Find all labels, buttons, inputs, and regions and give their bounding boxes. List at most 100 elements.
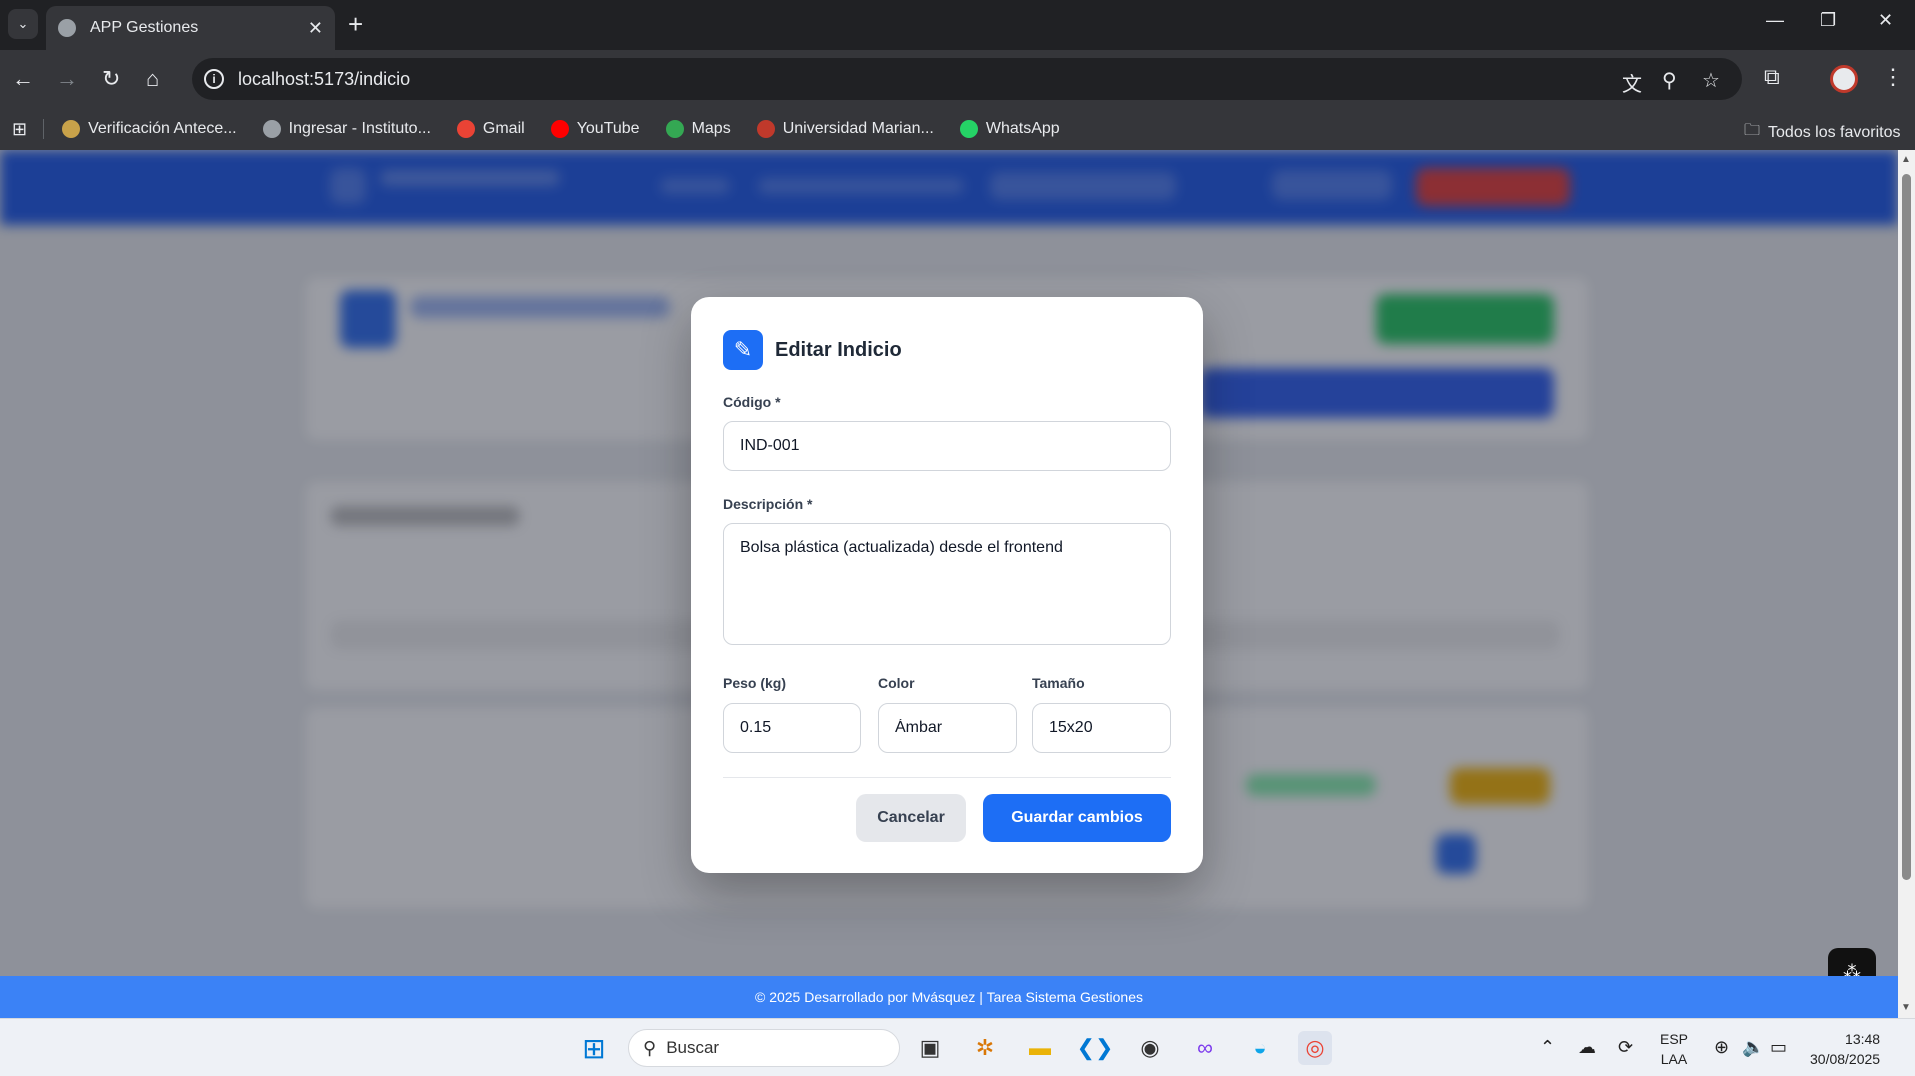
site-info-icon[interactable]: i: [204, 69, 224, 89]
bookmark-label: WhatsApp: [985, 120, 1060, 137]
new-tab-button[interactable]: +: [348, 10, 363, 38]
menu-icon[interactable]: ⋮: [1882, 64, 1904, 90]
search-icon: ⚲: [643, 1037, 657, 1058]
battery-icon[interactable]: ▭: [1770, 1037, 1787, 1058]
minimize-icon[interactable]: —: [1766, 10, 1784, 31]
bookmark-favicon-icon: [959, 120, 978, 138]
task-view-icon[interactable]: ▣: [913, 1031, 947, 1065]
os-taskbar: ⊞ ⚲ Buscar ▣ ✲ ▬ ❮❯ ◉ ∞ ◒ ◎ ⌃ ☁ ⟳ ESP LA…: [0, 1018, 1915, 1076]
tamano-label: Tamaño: [1032, 675, 1085, 691]
peso-label: Peso (kg): [723, 675, 787, 691]
page-scrollbar[interactable]: ▲ ▼: [1898, 150, 1915, 1018]
home-icon[interactable]: ⌂: [146, 64, 159, 94]
bookmark-star-icon[interactable]: ☆: [1702, 68, 1720, 93]
lang-bottom: LAA: [1660, 1051, 1688, 1067]
bookmark-favicon-icon: [262, 120, 281, 138]
edit-modal: ✎ Editar Indicio Código * Descripción * …: [691, 297, 1203, 873]
forward-icon[interactable]: →: [56, 64, 78, 94]
bookmark-label: Verificación Antece...: [88, 120, 237, 137]
bookmark-label: Universidad Marian...: [782, 120, 934, 137]
bookmark-label: Maps: [691, 120, 731, 137]
tab-search-button[interactable]: ⌄: [8, 9, 38, 39]
apps-grid-icon[interactable]: ⊞: [12, 119, 27, 140]
chrome-taskbar-icon[interactable]: ◎: [1298, 1031, 1332, 1065]
color-input[interactable]: [878, 703, 1017, 753]
footer-text: © 2025 Desarrollado por Mvásquez | Tarea…: [754, 989, 1143, 1005]
translate-icon[interactable]: 文: [1622, 68, 1642, 97]
photos-app-icon[interactable]: ✲: [968, 1031, 1002, 1065]
browser-tab-strip: ⌄ APP Gestiones ✕ + — ❐ ✕: [0, 0, 1915, 50]
taskbar-search-placeholder: Buscar: [666, 1038, 720, 1057]
descripcion-label: Descripción *: [723, 496, 813, 512]
game-app-icon[interactable]: ◉: [1133, 1031, 1167, 1065]
url-text: localhost:5173/indicio: [238, 68, 411, 89]
bookmark-item[interactable]: Gmail: [456, 120, 525, 138]
docker-icon[interactable]: ◒: [1243, 1031, 1277, 1065]
tamano-input[interactable]: [1032, 703, 1171, 753]
reload-icon[interactable]: ↻: [102, 64, 120, 94]
bookmark-favicon-icon: [62, 120, 81, 138]
tab-title: APP Gestiones: [90, 19, 199, 36]
address-bar[interactable]: i localhost:5173/indicio 文 ⚲ ☆: [192, 58, 1742, 100]
bookmark-label: Gmail: [482, 120, 525, 137]
pencil-icon: ✎: [723, 330, 763, 370]
restore-icon[interactable]: ❐: [1820, 10, 1836, 31]
bookmarks-bar: ⊞ Verificación Antece... Ingresar - Insti…: [0, 108, 1915, 150]
profile-avatar[interactable]: [1830, 65, 1858, 93]
bookmark-favicon-icon: [550, 120, 569, 138]
system-clock[interactable]: 13:48 30/08/2025: [1810, 1029, 1880, 1069]
modal-title: Editar Indicio: [775, 339, 902, 361]
codigo-label: Código *: [723, 394, 781, 410]
clock-time: 13:48: [1845, 1031, 1881, 1047]
peso-input[interactable]: [723, 703, 861, 753]
scrollbar-thumb[interactable]: [1902, 174, 1911, 880]
language-indicator[interactable]: ESP LAA: [1660, 1029, 1688, 1069]
bookmark-favicon-icon: [456, 120, 475, 138]
page-viewport: ✎ Editar Indicio Código * Descripción * …: [0, 150, 1898, 976]
vscode-icon[interactable]: ❮❯: [1077, 1031, 1114, 1065]
close-tab-icon[interactable]: ✕: [308, 18, 323, 39]
bookmark-label: Ingresar - Instituto...: [288, 120, 431, 137]
app-footer: © 2025 Desarrollado por Mvásquez | Tarea…: [0, 976, 1898, 1018]
bookmark-list: Verificación Antece... Ingresar - Institu…: [62, 120, 1086, 138]
volume-icon[interactable]: 🔈: [1742, 1037, 1764, 1058]
bookmark-item[interactable]: YouTube: [550, 120, 640, 138]
bookmark-item[interactable]: WhatsApp: [959, 120, 1060, 138]
close-window-icon[interactable]: ✕: [1878, 10, 1893, 31]
browser-tab[interactable]: APP Gestiones ✕: [46, 6, 335, 50]
network-icon[interactable]: ⊕: [1714, 1037, 1729, 1058]
cancel-button[interactable]: Cancelar: [856, 794, 966, 842]
descripcion-textarea[interactable]: Bolsa plástica (actualizada) desde el fr…: [723, 523, 1171, 645]
blackbox-widget[interactable]: ⁂: [1828, 948, 1876, 976]
save-button[interactable]: Guardar cambios: [983, 794, 1171, 842]
bookmark-divider: [43, 119, 45, 139]
extensions-icon[interactable]: ⧉: [1764, 64, 1780, 90]
scroll-up-icon[interactable]: ▲: [1901, 154, 1911, 165]
scroll-down-icon[interactable]: ▼: [1901, 1002, 1911, 1013]
bookmark-item[interactable]: Maps: [665, 120, 731, 138]
bookmark-item[interactable]: Universidad Marian...: [756, 120, 934, 138]
modal-divider: [723, 777, 1171, 778]
back-icon[interactable]: ←: [12, 64, 34, 94]
all-bookmarks-label: Todos los favoritos: [1768, 123, 1901, 141]
taskbar-search[interactable]: ⚲ Buscar: [628, 1029, 900, 1067]
clock-date: 30/08/2025: [1810, 1051, 1881, 1067]
bookmark-favicon-icon: [756, 120, 775, 138]
file-explorer-icon[interactable]: ▬: [1023, 1031, 1057, 1065]
folder-icon: 🗀: [1744, 122, 1761, 139]
blackbox-icon: ⁂: [1843, 961, 1861, 977]
all-bookmarks[interactable]: 🗀 Todos los favoritos: [1744, 119, 1901, 146]
sync-icon[interactable]: ⟳: [1618, 1037, 1633, 1058]
tray-chevron-icon[interactable]: ⌃: [1540, 1037, 1555, 1058]
bookmark-label: YouTube: [576, 120, 640, 137]
zoom-icon[interactable]: ⚲: [1662, 68, 1677, 93]
windows-start-icon[interactable]: ⊞: [577, 1031, 611, 1065]
color-label: Color: [878, 675, 915, 691]
codigo-input[interactable]: [723, 421, 1171, 471]
browser-toolbar: ← → ↻ ⌂ i localhost:5173/indicio 文 ⚲ ☆ ⧉…: [0, 50, 1915, 108]
lang-top: ESP: [1660, 1031, 1689, 1047]
visual-studio-icon[interactable]: ∞: [1188, 1031, 1222, 1065]
bookmark-item[interactable]: Verificación Antece...: [62, 120, 237, 138]
onedrive-icon[interactable]: ☁: [1578, 1037, 1596, 1058]
bookmark-item[interactable]: Ingresar - Instituto...: [262, 120, 431, 138]
